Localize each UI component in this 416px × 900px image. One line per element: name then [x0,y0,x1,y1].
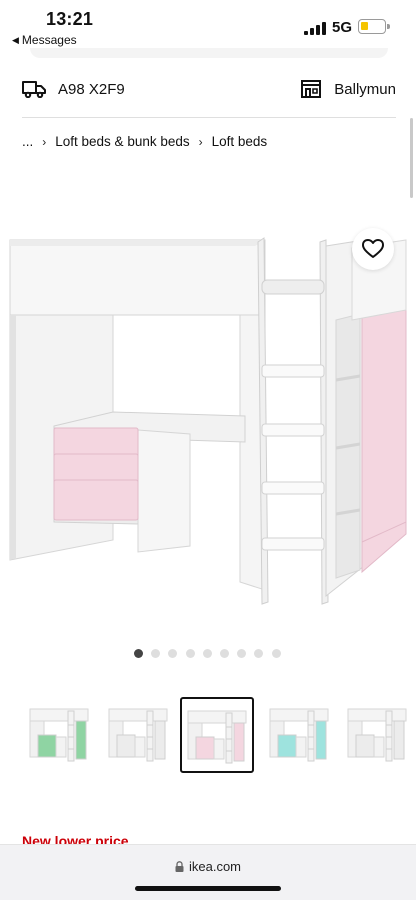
scrollbar[interactable] [410,118,413,198]
postcode-text: A98 X2F9 [58,80,125,98]
favourite-button[interactable] [352,228,394,270]
breadcrumb-item[interactable]: Loft beds & bunk beds [55,134,189,149]
thumbnail-strip [24,697,416,773]
store-selector[interactable]: Ballymun [300,79,396,99]
breadcrumb-item[interactable]: Loft beds [212,134,268,149]
breadcrumb-ellipsis[interactable]: ... [22,134,33,149]
loft-bed-illustration [9,237,407,605]
lock-icon [175,861,184,872]
breadcrumb: ... › Loft beds & bunk beds › Loft beds [22,134,267,149]
back-app-label: Messages [21,33,77,47]
signal-icon [304,22,326,35]
location-row: A98 X2F9 Ballymun [22,72,396,106]
browser-url-bar[interactable]: ikea.com [0,844,416,900]
product-image[interactable] [0,230,416,610]
thumbnail-image [29,708,89,762]
carousel-dot[interactable] [254,649,264,658]
battery-icon [358,19,390,34]
delivery-truck-icon [22,81,46,98]
carousel-dots [134,649,281,658]
carousel-dot[interactable] [168,649,178,658]
postcode-selector[interactable]: A98 X2F9 [22,80,125,98]
status-time: 13:21 [46,9,94,29]
thumbnail-image [347,708,407,762]
store-icon [301,80,322,98]
carousel-dot[interactable] [202,649,212,658]
carousel-dot[interactable] [237,649,247,658]
network-type: 5G [332,19,353,36]
header-strip [30,48,388,58]
carousel-dot[interactable] [151,649,161,658]
carousel-dot[interactable] [185,649,195,658]
chevron-right-icon: › [42,134,47,149]
heart-icon [362,239,384,258]
chevron-right-icon: › [198,134,203,149]
home-indicator[interactable] [135,886,281,891]
product-thumbnail[interactable] [103,697,177,773]
carousel-dot[interactable] [219,649,229,658]
divider [22,117,396,118]
product-thumbnail[interactable] [24,697,98,773]
thumbnail-image [108,708,168,762]
product-thumbnail[interactable] [342,697,416,773]
back-to-messages-link[interactable]: ◀ Messages [12,33,77,47]
url-text: ikea.com [188,859,242,874]
product-thumbnail[interactable] [180,697,254,773]
carousel-dot[interactable] [134,649,143,658]
back-triangle-icon: ◀ [12,34,19,45]
product-thumbnail[interactable] [264,697,338,773]
store-name: Ballymun [334,80,396,98]
carousel-dot[interactable] [271,649,281,658]
thumbnail-image [269,708,329,762]
thumbnail-image [187,710,247,764]
status-bar: 13:21 ◀ Messages 5G [0,0,416,52]
